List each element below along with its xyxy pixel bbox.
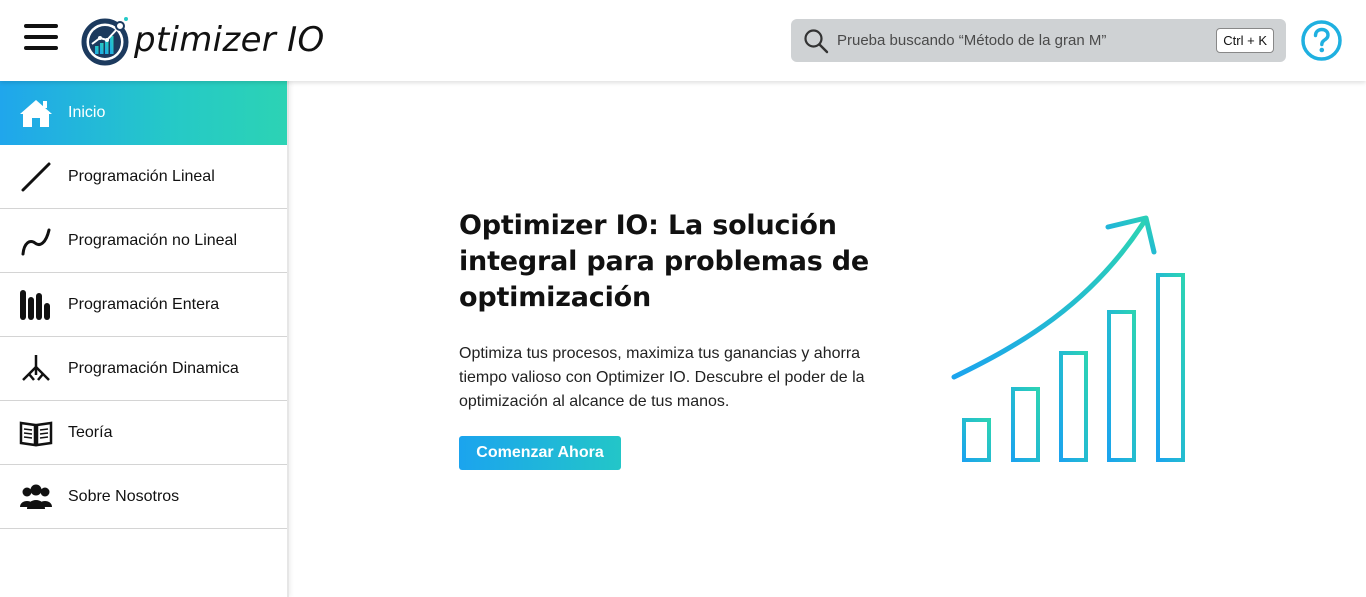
sidebar-nav: Inicio Programación Lineal Programación … <box>0 81 289 597</box>
sidebar-item-programacion-entera[interactable]: Programación Entera <box>0 273 287 337</box>
bars-icon <box>18 287 54 323</box>
sidebar-item-inicio[interactable]: Inicio <box>0 81 287 145</box>
illustration-bar <box>1059 351 1088 462</box>
sidebar-item-label: Programación Dinamica <box>68 359 239 377</box>
search-bar[interactable]: Ctrl + K <box>791 19 1286 62</box>
book-icon <box>18 415 54 451</box>
trend-arrow <box>951 219 1147 380</box>
sidebar-item-programacion-dinamica[interactable]: Programación Dinamica <box>0 337 287 401</box>
sidebar-item-label: Programación Entera <box>68 295 220 313</box>
illustration-bar <box>962 418 991 462</box>
logo-text: ptimizer IO <box>134 20 325 60</box>
hamburger-icon[interactable] <box>24 24 58 56</box>
search-icon <box>804 29 829 54</box>
illustration-bar <box>1107 310 1136 462</box>
users-icon <box>18 479 54 515</box>
logo-mark-icon <box>81 17 129 66</box>
sidebar-item-programacion-no-lineal[interactable]: Programación no Lineal <box>0 209 287 273</box>
trend-arrow-head <box>1105 215 1157 255</box>
hero-description: Optimiza tus procesos, maximiza tus gana… <box>459 345 865 410</box>
app-logo[interactable]: ptimizer IO <box>80 14 325 66</box>
top-bar: ptimizer IO Ctrl + K <box>0 0 1366 81</box>
illustration-bar <box>1011 387 1040 462</box>
growth-chart-illustration <box>938 215 1197 462</box>
sidebar-item-label: Teoría <box>68 423 113 441</box>
sidebar-item-sobre-nosotros[interactable]: Sobre Nosotros <box>0 465 287 529</box>
search-input[interactable] <box>837 19 1207 62</box>
home-icon <box>18 95 54 131</box>
sidebar-item-label: Sobre Nosotros <box>68 487 180 505</box>
sidebar-item-programacion-lineal[interactable]: Programación Lineal <box>0 145 287 209</box>
keyboard-shortcut-badge: Ctrl + K <box>1216 28 1274 53</box>
page-title: Optimizer IO: La solución integral para … <box>459 210 870 313</box>
sidebar-item-label: Programación Lineal <box>68 167 215 185</box>
illustration-bar <box>1156 273 1185 462</box>
sidebar-item-label: Inicio <box>68 104 106 121</box>
sidebar-item-label: Programación no Lineal <box>68 231 237 249</box>
line-icon <box>18 159 54 195</box>
curve-icon <box>18 223 54 259</box>
help-circle-icon[interactable] <box>1300 19 1343 62</box>
tree-icon <box>18 351 54 387</box>
comenzar-ahora-button[interactable]: Comenzar Ahora <box>459 436 621 470</box>
sidebar-item-teoria[interactable]: Teoría <box>0 401 287 465</box>
